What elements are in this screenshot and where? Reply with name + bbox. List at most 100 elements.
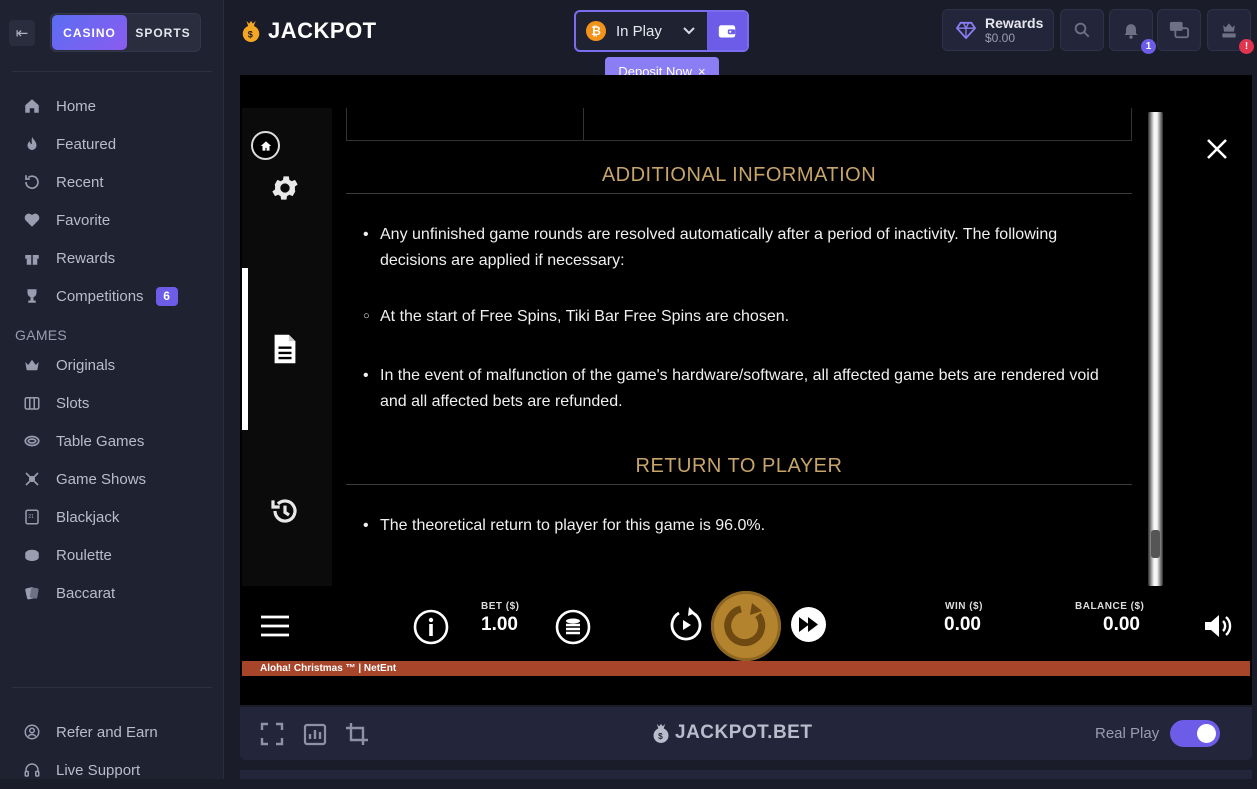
sidebar: ⇤ CASINO SPORTS Home Featured Recent Fav… <box>0 0 224 779</box>
nav-item-game-shows[interactable]: Game Shows <box>0 460 224 498</box>
nav-item-featured[interactable]: Featured <box>0 125 224 163</box>
theater-mode-button[interactable] <box>345 722 369 746</box>
spin-icon <box>724 603 766 647</box>
hamburger-icon <box>261 615 289 637</box>
nav-item-refer-and-earn[interactable]: Refer and Earn <box>0 713 224 751</box>
paytable-info-button[interactable] <box>413 609 449 645</box>
close-icon <box>1207 139 1227 159</box>
stats-icon <box>303 723 327 746</box>
nav-item-recent[interactable]: Recent <box>0 163 224 201</box>
nav-label: Originals <box>56 356 116 374</box>
divider <box>12 71 212 72</box>
game-info-content: ADDITIONAL INFORMATION Any unfinished ga… <box>346 108 1132 586</box>
autoplay-button[interactable] <box>667 604 705 644</box>
casino-tab[interactable]: CASINO <box>52 15 127 50</box>
jackpot-logo[interactable]: $ JACKPOT <box>240 18 377 44</box>
profile-button[interactable]: ! <box>1207 9 1254 54</box>
wallet-button[interactable] <box>707 12 747 50</box>
search-button[interactable] <box>1060 9 1104 51</box>
trophy-icon <box>22 286 42 306</box>
game-history-button[interactable] <box>268 494 302 528</box>
nav-item-slots[interactable]: Slots <box>0 384 224 422</box>
nav-label: Table Games <box>56 432 145 450</box>
notifications-button[interactable]: 1 <box>1109 9 1156 54</box>
wallet-icon <box>718 25 736 38</box>
bell-icon <box>1124 24 1138 39</box>
scrollbar-thumb[interactable] <box>1151 530 1160 558</box>
sports-tab[interactable]: SPORTS <box>127 15 199 50</box>
game-info-button[interactable] <box>270 331 300 367</box>
info-bullet: The theoretical return to player for thi… <box>363 513 1123 539</box>
real-play-toggle[interactable] <box>1170 720 1220 747</box>
section-heading: RETURN TO PLAYER <box>635 455 843 477</box>
bitcoin-icon: ₿ <box>586 21 606 41</box>
nav-label: Blackjack <box>56 508 120 526</box>
info-sub-bullet: At the start of Free Spins, Tiki Bar Fre… <box>363 303 1123 330</box>
chat-button[interactable] <box>1157 9 1201 51</box>
currency-selector[interactable]: ₿ In Play <box>574 10 749 52</box>
win-value: 0.00 <box>944 614 981 635</box>
sound-button[interactable] <box>1203 612 1233 640</box>
table-divider <box>583 108 584 141</box>
slots-icon <box>22 393 42 413</box>
game-settings-button[interactable] <box>268 171 302 205</box>
gear-icon <box>272 176 298 200</box>
nav-label: Game Shows <box>56 470 147 488</box>
crop-icon <box>346 723 368 745</box>
gift-icon <box>22 248 42 268</box>
bet-label: BET ($) <box>481 601 520 612</box>
chevron-down-icon <box>683 24 707 38</box>
profile-crown-icon <box>1222 23 1236 38</box>
nav-item-rewards[interactable]: Rewards <box>0 239 224 277</box>
bet-value: 1.00 <box>481 614 518 635</box>
rewards-button[interactable]: Rewards $0.00 <box>942 9 1054 51</box>
bottom-logo-text: JACKPOT.BET <box>675 722 813 743</box>
autoplay-icon <box>670 607 702 641</box>
document-icon <box>274 334 296 364</box>
nav-item-roulette[interactable]: Roulette <box>0 536 224 574</box>
stats-button[interactable] <box>303 722 327 746</box>
spin-button[interactable] <box>711 591 781 661</box>
nav-label: Recent <box>56 173 104 191</box>
fullscreen-button[interactable] <box>260 722 284 746</box>
close-info-button[interactable] <box>1205 137 1231 163</box>
nav-item-blackjack[interactable]: 21 Blackjack <box>0 498 224 536</box>
nav-item-table-games[interactable]: Table Games <box>0 422 224 460</box>
bet-settings-button[interactable] <box>555 609 591 645</box>
collapse-sidebar-icon[interactable]: ⇤ <box>9 20 35 46</box>
section-heading: ADDITIONAL INFORMATION <box>601 164 877 186</box>
nav-item-home[interactable]: Home <box>0 87 224 125</box>
balance-value: 0.00 <box>1103 614 1140 635</box>
blackjack-icon: 21 <box>22 507 42 527</box>
nav-item-baccarat[interactable]: Baccarat <box>0 574 224 612</box>
info-bullet: In the event of malfunction of the game'… <box>363 363 1123 415</box>
nav-label: Rewards <box>56 249 116 267</box>
nav-label: Baccarat <box>56 584 116 602</box>
nav-label: Featured <box>56 135 117 153</box>
game-menu-button[interactable] <box>260 615 290 637</box>
recent-icon <box>22 172 42 192</box>
svg-text:21: 21 <box>28 514 34 520</box>
info-scrollbar[interactable] <box>1148 112 1163 586</box>
game-provider-strip: Aloha! Christmas ™ | NetEnt <box>242 661 1250 676</box>
nav-label: Competitions <box>56 287 144 305</box>
nav-item-originals[interactable]: Originals <box>0 346 224 384</box>
turbo-button[interactable] <box>790 606 827 643</box>
nav-label: Favorite <box>56 211 111 229</box>
diamond-icon <box>955 21 977 39</box>
info-icon <box>413 609 449 645</box>
nav-item-competitions[interactable]: Competitions 6 <box>0 277 224 315</box>
search-icon <box>1074 22 1090 38</box>
money-bag-icon: $ <box>242 20 260 42</box>
nav-item-live-support[interactable]: Live Support <box>0 751 224 789</box>
notifications-badge: 1 <box>1141 39 1156 54</box>
game-home-button[interactable] <box>251 131 280 160</box>
nav-item-favorite[interactable]: Favorite <box>0 201 224 239</box>
rewards-title: Rewards <box>985 15 1044 31</box>
heart-icon <box>22 210 42 230</box>
history-icon <box>271 499 297 523</box>
info-bullet: Any unfinished game rounds are resolved … <box>363 222 1123 274</box>
refer-icon <box>22 722 42 742</box>
nav-label: Live Support <box>56 761 141 779</box>
competitions-badge: 6 <box>155 286 178 306</box>
